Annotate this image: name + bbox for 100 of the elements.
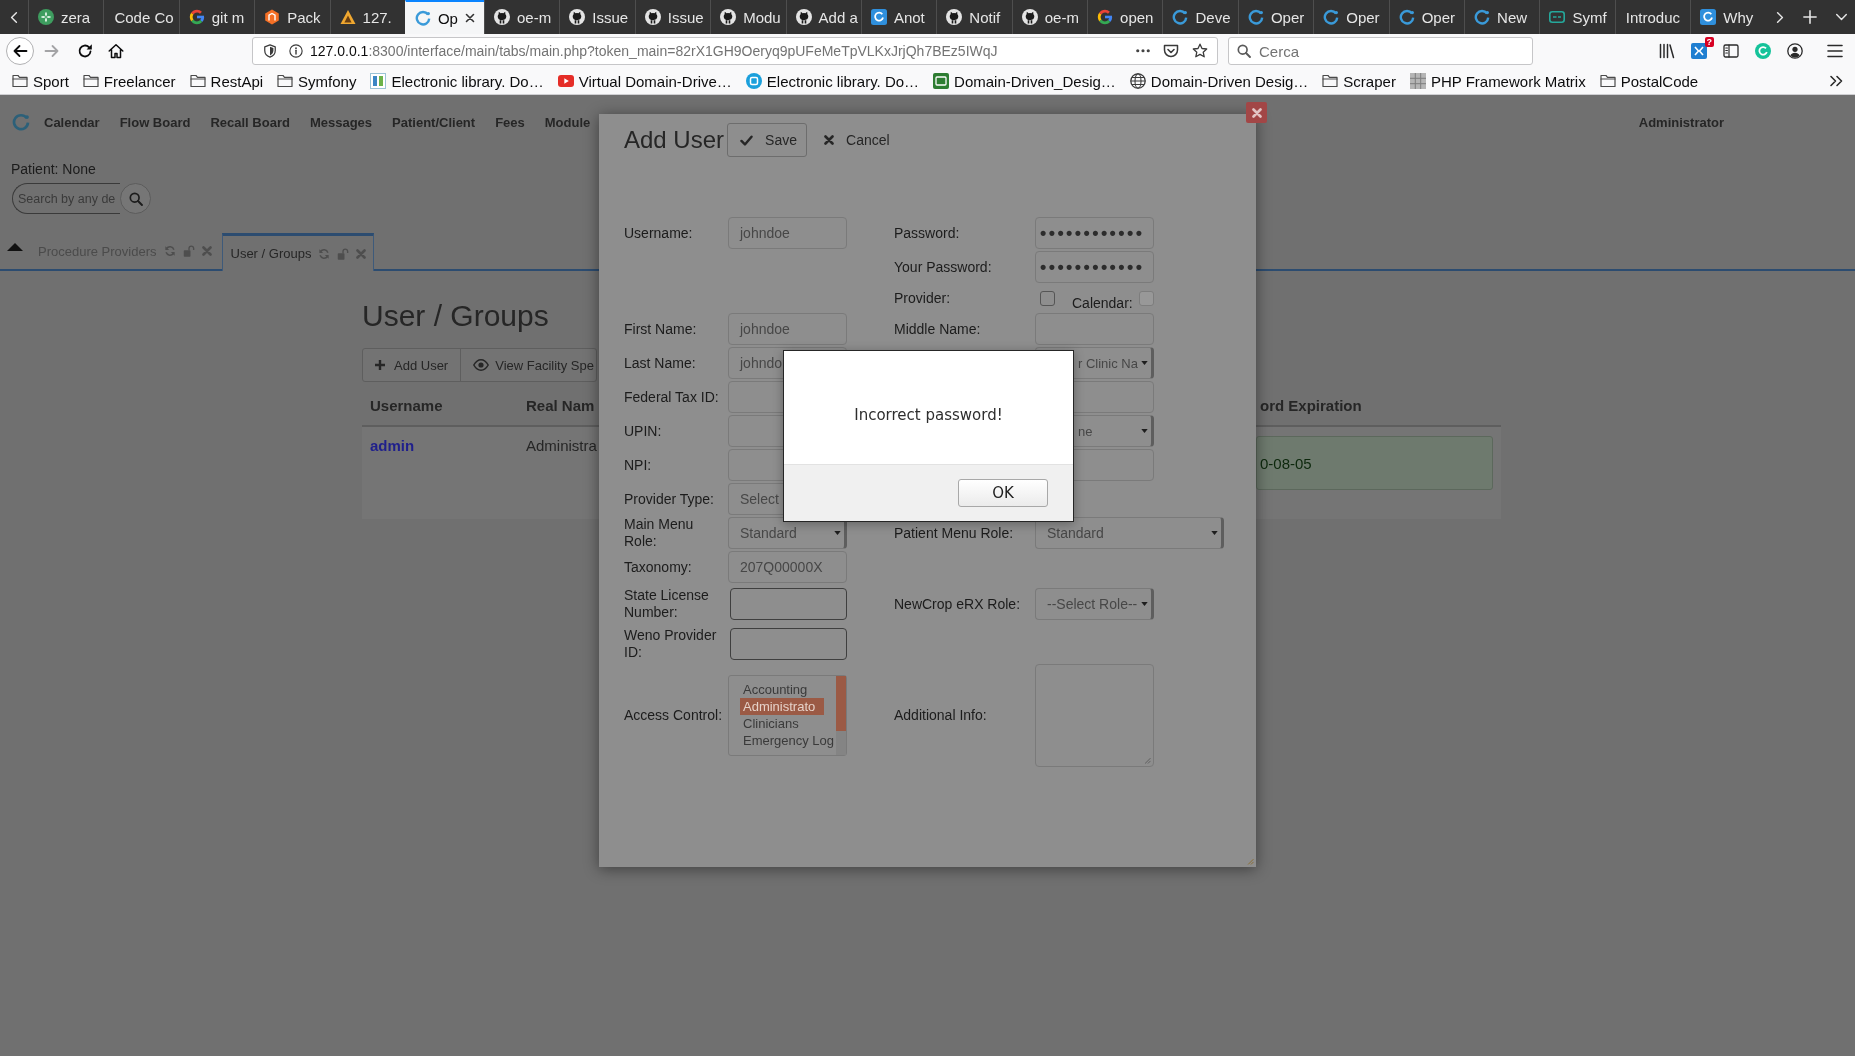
folder-icon xyxy=(189,74,206,88)
bookmark-item[interactable]: Sport xyxy=(12,72,69,90)
arrow-left-icon xyxy=(12,43,28,59)
globe-icon xyxy=(1129,73,1146,89)
folder-icon xyxy=(1599,74,1616,88)
field-label: Middle Name: xyxy=(894,320,981,338)
page-title: User / Groups xyxy=(362,298,549,334)
caret-down-icon xyxy=(1141,602,1148,606)
caret-up-icon[interactable] xyxy=(7,243,23,251)
bookmark-item[interactable]: Domain-Driven Desig… xyxy=(1129,72,1309,90)
tile-icon xyxy=(370,73,387,89)
field-label: NPI: xyxy=(624,456,652,474)
ok-button[interactable]: OK xyxy=(958,479,1048,507)
bookmark-item[interactable]: Electronic library. Do… xyxy=(745,72,920,90)
circle-icon[interactable] xyxy=(1755,43,1771,59)
text-field[interactable] xyxy=(730,588,847,620)
play-icon xyxy=(557,75,574,87)
plus-icon[interactable] xyxy=(1802,10,1817,24)
info-icon[interactable] xyxy=(289,44,303,58)
sidebar-icon[interactable] xyxy=(1723,43,1739,59)
field-label: Main Menu Role: xyxy=(624,516,695,550)
date-cell: 0-08-05 xyxy=(1256,436,1493,490)
home-icon[interactable] xyxy=(108,43,124,59)
close-icon xyxy=(1251,107,1262,118)
bookmark-item[interactable]: Symfony xyxy=(277,72,357,90)
plus-icon xyxy=(375,360,385,370)
list-option[interactable]: Administrato xyxy=(740,698,825,715)
ring-icon xyxy=(1247,9,1264,25)
tile-icon[interactable] xyxy=(1691,43,1707,59)
bookmark-item[interactable]: Virtual Domain-Drive… xyxy=(557,72,732,90)
save-button[interactable]: Save xyxy=(727,123,808,157)
account-icon[interactable] xyxy=(1787,43,1803,59)
back-button[interactable] xyxy=(6,37,34,65)
search-button[interactable] xyxy=(120,183,151,214)
folder-icon xyxy=(12,74,28,88)
caret-down-icon xyxy=(1211,531,1218,535)
caret-down-icon xyxy=(1141,429,1148,433)
field-label: Password: xyxy=(894,224,960,242)
bookmark-item[interactable]: RestApi xyxy=(189,72,264,90)
resize-grip-icon[interactable] xyxy=(1143,756,1151,764)
triangle-icon xyxy=(339,9,356,25)
star-icon[interactable] xyxy=(1192,43,1208,59)
chevron-left-icon[interactable] xyxy=(10,10,18,24)
bookmark-item[interactable]: Freelancer xyxy=(82,72,176,90)
field-label: Username: xyxy=(624,224,693,242)
field-label: Additional Info: xyxy=(894,707,987,724)
field-label: Weno Provider ID: xyxy=(624,627,718,661)
square-icon xyxy=(933,73,950,89)
bookmark-item[interactable]: Electronic library. Do… xyxy=(370,72,544,90)
cancel-button[interactable]: Cancel xyxy=(824,132,890,148)
scrollbar-thumb[interactable] xyxy=(836,676,846,731)
dialog-title: Add User xyxy=(624,125,725,155)
shield-icon[interactable] xyxy=(263,44,277,58)
grid-icon xyxy=(1409,73,1426,89)
chevron-right-icon[interactable] xyxy=(1775,10,1784,24)
scrollbar-track[interactable] xyxy=(836,676,846,755)
cat-icon xyxy=(946,9,963,25)
field-label: State License Number: xyxy=(624,587,710,621)
ring-icon xyxy=(1474,9,1491,25)
list-option[interactable]: Emergency Log xyxy=(740,732,835,749)
reload-icon[interactable] xyxy=(77,43,93,59)
more-icon[interactable] xyxy=(1136,49,1150,53)
checkbox[interactable] xyxy=(1040,290,1055,306)
list-option[interactable]: Clinicians xyxy=(740,715,799,732)
close-button[interactable] xyxy=(1246,102,1267,123)
chevron-down-icon[interactable] xyxy=(1835,13,1849,21)
list-option[interactable]: Accounting xyxy=(740,681,808,698)
bookmark-item[interactable]: PostalCode xyxy=(1599,72,1699,90)
menu-icon[interactable] xyxy=(1827,44,1843,58)
folder-icon xyxy=(82,74,99,88)
arrow-right-icon[interactable] xyxy=(44,43,60,59)
search-icon xyxy=(1237,44,1251,58)
segmented-ring-icon xyxy=(1097,9,1114,25)
cat-icon xyxy=(1021,9,1038,25)
pouch-icon[interactable] xyxy=(1163,43,1179,59)
chevron-double-icon[interactable] xyxy=(1829,75,1843,87)
ring-icon xyxy=(1323,9,1340,25)
textarea-field[interactable] xyxy=(1035,664,1154,767)
bookmark-item[interactable]: Domain-Driven_Desig… xyxy=(933,72,1116,90)
cat-icon xyxy=(569,9,586,25)
address-field[interactable]: 127.0.0.1:8300/interface/main/tabs/main.php?token_main=82rX1GH9Oeryq9pUFeMeTpVLKxJrjQh7BEz5IWqJ xyxy=(252,37,1218,65)
cat-icon xyxy=(795,9,812,25)
password-field[interactable]: •••••••••••• xyxy=(1035,251,1154,283)
resize-grip-icon[interactable] xyxy=(1246,857,1254,865)
password-field[interactable]: •••••••••••• xyxy=(1035,217,1154,249)
url-text: 127.0.0.1:8300/interface/main/tabs/main.php?token_main=82rX1GH9Oeryq9pUFeMeTpVLKxJrjQh7BEz5IWqJ xyxy=(310,43,998,59)
text-field[interactable] xyxy=(730,628,847,660)
listbox[interactable]: Accounting Administrato Clinicians Emergency Log xyxy=(728,675,847,756)
close-icon[interactable] xyxy=(464,13,475,23)
field-label: UPIN: xyxy=(624,422,662,440)
bookmark-item[interactable]: Scraper xyxy=(1322,72,1396,90)
folder-icon xyxy=(1322,74,1339,88)
square-icon xyxy=(870,9,887,25)
field-label: Patient Menu Role: xyxy=(894,524,1014,542)
cat-icon xyxy=(720,9,737,25)
field-label: Your Password: xyxy=(894,258,992,276)
bookmark-item[interactable]: PHP Framework Matrix xyxy=(1409,72,1586,90)
square-icon xyxy=(1700,9,1717,25)
books-icon[interactable] xyxy=(1659,43,1675,59)
browser-tab[interactable]: Op xyxy=(404,0,484,34)
